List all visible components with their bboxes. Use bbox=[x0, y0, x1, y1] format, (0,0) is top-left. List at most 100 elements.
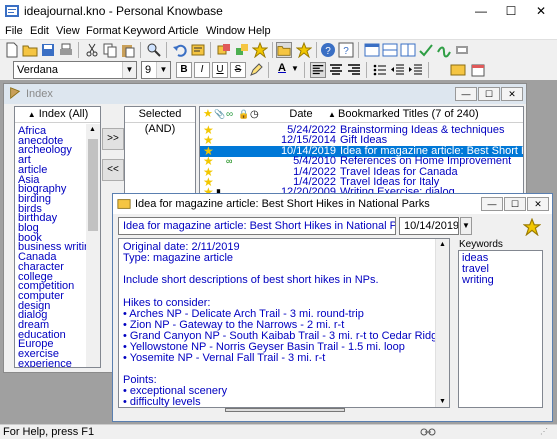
help-icon[interactable]: ? bbox=[320, 42, 336, 58]
indent-icon[interactable] bbox=[408, 62, 424, 78]
new-icon[interactable] bbox=[4, 42, 20, 58]
paste-icon[interactable] bbox=[120, 42, 136, 58]
layout1-icon[interactable] bbox=[364, 42, 380, 58]
link-column-icon[interactable]: ∞ bbox=[226, 107, 233, 122]
window-title: ideajournal.kno - Personal Knowbase bbox=[24, 4, 223, 18]
align-right-icon[interactable] bbox=[346, 62, 362, 78]
lock-column-icon[interactable]: 🔒 bbox=[238, 107, 249, 122]
sort-up-icon: ▲ bbox=[328, 110, 336, 119]
maximize-button[interactable]: ☐ bbox=[496, 0, 526, 22]
chevron-down-icon[interactable]: ▼ bbox=[291, 64, 299, 73]
menu-edit[interactable]: Edit bbox=[30, 25, 49, 37]
resize-grip-icon[interactable]: ⋰ bbox=[540, 427, 554, 438]
font-select[interactable]: Verdana ▼ bbox=[13, 61, 137, 79]
insert-date-icon[interactable] bbox=[470, 62, 486, 78]
article-icon bbox=[117, 199, 131, 209]
article-date-field[interactable]: 10/14/2019 bbox=[399, 217, 459, 235]
link-status-icon bbox=[420, 428, 436, 436]
article-keyword-item[interactable]: writing bbox=[462, 275, 494, 286]
close-button[interactable]: ✕ bbox=[526, 0, 556, 22]
bookmark-star-icon[interactable] bbox=[252, 42, 268, 58]
insert-image-icon[interactable] bbox=[450, 62, 466, 78]
layout2-icon[interactable] bbox=[382, 42, 398, 58]
outdent-icon[interactable] bbox=[390, 62, 406, 78]
close-button[interactable]: ✕ bbox=[501, 87, 523, 101]
print-icon[interactable] bbox=[58, 42, 74, 58]
star-column-icon[interactable]: ★ bbox=[203, 107, 213, 122]
spellcheck-icon[interactable] bbox=[418, 42, 434, 58]
open-icon[interactable] bbox=[22, 42, 38, 58]
article-title-field[interactable]: Idea for magazine article: Best Short Hi… bbox=[118, 217, 396, 235]
find-icon[interactable] bbox=[146, 42, 162, 58]
article-text-line: Type: magazine article bbox=[123, 252, 234, 265]
index-header[interactable]: ▲ Index (All) bbox=[15, 107, 100, 123]
save-icon[interactable] bbox=[40, 42, 56, 58]
date-dropdown-button[interactable]: ▼ bbox=[460, 217, 472, 235]
close-button[interactable]: ✕ bbox=[527, 197, 549, 211]
index-scrollbar[interactable]: ▲ bbox=[86, 124, 100, 367]
star-icon[interactable] bbox=[296, 42, 312, 58]
minimize-button[interactable]: — bbox=[455, 87, 477, 101]
index-list[interactable]: ▲ Index (All) Africa anecdote archeology ar… bbox=[14, 106, 101, 368]
folder-icon[interactable] bbox=[276, 42, 292, 58]
maximize-button[interactable]: ☐ bbox=[504, 197, 526, 211]
underline-button[interactable]: U bbox=[212, 62, 228, 78]
font-size-select[interactable]: 9 ▼ bbox=[141, 61, 171, 79]
keyword-icon[interactable] bbox=[216, 42, 232, 58]
title-bar: ideajournal.kno - Personal Knowbase — ☐ … bbox=[0, 0, 557, 22]
highlighter-icon[interactable] bbox=[248, 62, 264, 78]
clock-column-icon[interactable]: ◷ bbox=[250, 107, 259, 122]
menu-keyword[interactable]: Keyword bbox=[123, 25, 166, 37]
selected-header: Selected (AND) bbox=[125, 107, 195, 135]
attachment-column-icon[interactable]: 📎 bbox=[214, 107, 225, 122]
menu-bar: File Edit View Format Keyword Article Wi… bbox=[0, 22, 557, 40]
article-keywords-list[interactable]: ideas travel writing bbox=[458, 250, 543, 408]
align-center-icon[interactable] bbox=[328, 62, 344, 78]
link-icon: ∞ bbox=[226, 156, 233, 167]
article-text-area[interactable]: Original date: 2/11/2019 Type: magazine a… bbox=[118, 238, 450, 408]
titles-column-header[interactable]: Bookmarked Titles (7 of 240) bbox=[338, 107, 479, 122]
scroll-thumb[interactable] bbox=[88, 139, 98, 231]
article-icon[interactable] bbox=[190, 42, 206, 58]
scroll-up-icon[interactable]: ▲ bbox=[439, 241, 446, 248]
splitter-handle[interactable] bbox=[225, 408, 345, 412]
sort-up-icon: ▲ bbox=[27, 110, 36, 119]
scroll-down-icon[interactable]: ▼ bbox=[439, 398, 446, 405]
remove-keyword-button[interactable]: << bbox=[102, 159, 124, 181]
status-text: For Help, press F1 bbox=[3, 426, 95, 438]
app-icon bbox=[5, 5, 19, 17]
bold-button[interactable]: B bbox=[176, 62, 192, 78]
keyword-item[interactable]: experience bbox=[18, 358, 72, 367]
menu-file[interactable]: File bbox=[5, 25, 23, 37]
align-left-icon[interactable] bbox=[310, 62, 326, 78]
menu-window[interactable]: Window bbox=[206, 25, 245, 37]
article-text-line: • difficulty levels bbox=[123, 396, 201, 408]
add-keyword-button[interactable]: >> bbox=[102, 128, 124, 150]
keywords-label: Keywords bbox=[459, 239, 503, 250]
status-bar: For Help, press F1 ⋰ bbox=[0, 424, 557, 439]
italic-button[interactable]: I bbox=[194, 62, 210, 78]
context-help-icon[interactable]: ? bbox=[338, 42, 354, 58]
text-color-button[interactable]: A bbox=[274, 62, 290, 78]
minimize-button[interactable]: — bbox=[481, 197, 503, 211]
bullet-list-icon[interactable] bbox=[372, 62, 388, 78]
menu-view[interactable]: View bbox=[56, 25, 80, 37]
copy-icon[interactable] bbox=[102, 42, 118, 58]
chevron-down-icon: ▼ bbox=[122, 62, 136, 78]
article-window-titlebar: Idea for magazine article: Best Short Hi… bbox=[113, 194, 552, 214]
menu-format[interactable]: Format bbox=[86, 25, 121, 37]
bookmark-star-icon[interactable] bbox=[523, 218, 541, 236]
link-icon[interactable] bbox=[436, 42, 452, 58]
strikethrough-button[interactable]: S bbox=[230, 62, 246, 78]
article-scrollbar[interactable]: ▲ ▼ bbox=[435, 239, 449, 407]
minimize-button[interactable]: — bbox=[466, 0, 496, 22]
cut-icon[interactable] bbox=[84, 42, 100, 58]
scroll-up-icon[interactable]: ▲ bbox=[89, 126, 96, 133]
menu-article[interactable]: Article bbox=[168, 25, 199, 37]
maximize-button[interactable]: ☐ bbox=[478, 87, 500, 101]
undo-icon[interactable] bbox=[172, 42, 188, 58]
layout3-icon[interactable] bbox=[400, 42, 416, 58]
menu-help[interactable]: Help bbox=[248, 25, 271, 37]
keywords-icon[interactable] bbox=[234, 42, 250, 58]
tools-icon[interactable] bbox=[454, 42, 470, 58]
